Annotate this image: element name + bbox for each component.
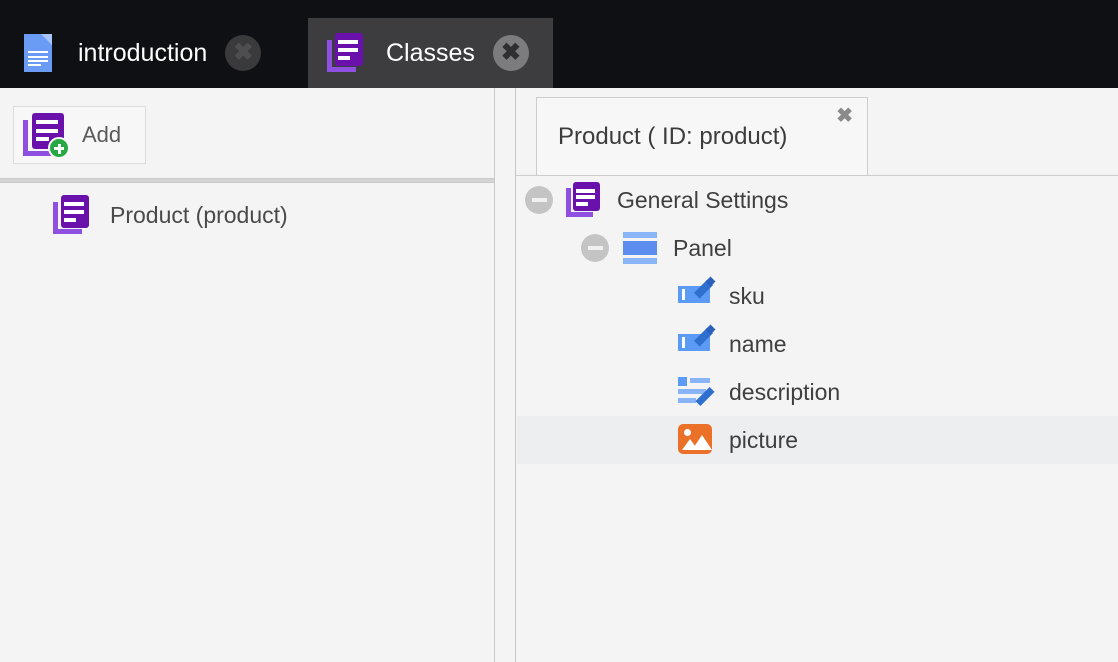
collapse-toggle-icon[interactable] (581, 234, 609, 262)
toolbar-separator (0, 178, 494, 183)
tree-row-label: General Settings (617, 187, 788, 214)
workspace: Add Product (product) Product ( ID: prod… (0, 88, 1118, 662)
image-icon (677, 421, 715, 459)
tree-row[interactable]: sku (517, 272, 1118, 320)
tree-row-label: Panel (673, 235, 732, 262)
tree-row[interactable]: name (517, 320, 1118, 368)
list-item-label: Product (product) (110, 202, 288, 229)
classes-list-pane: Add Product (product) (0, 88, 495, 662)
tree-row[interactable]: General Settings (517, 176, 1118, 224)
tab-classes-label: Classes (386, 39, 475, 68)
toggle-placeholder (637, 426, 665, 454)
toggle-placeholder (637, 378, 665, 406)
window-tab-bar: introduction ✖ Classes ✖ (0, 0, 1118, 88)
collapse-toggle-icon[interactable] (525, 186, 553, 214)
list-item[interactable]: Product (product) (0, 184, 494, 246)
toggle-placeholder (637, 282, 665, 310)
class-structure-tree: General Settings Panel (517, 176, 1118, 662)
tab-introduction[interactable]: introduction ✖ (0, 18, 308, 88)
classes-list: Product (product) (0, 184, 494, 662)
plus-badge-icon (48, 137, 70, 159)
tree-row-label: name (729, 331, 787, 358)
tree-row-label: sku (729, 283, 765, 310)
tab-introduction-close-icon[interactable]: ✖ (225, 35, 261, 71)
classes-toolbar: Add (0, 88, 494, 178)
purple-class-icon (565, 181, 603, 219)
tab-classes[interactable]: Classes ✖ (308, 18, 553, 88)
editor-tab-strip: Product ( ID: product) ✖ (516, 88, 1118, 176)
textarea-icon (677, 373, 715, 411)
add-class-label: Add (82, 122, 121, 148)
editor-tab-product[interactable]: Product ( ID: product) ✖ (536, 97, 868, 175)
input-text-icon (677, 325, 715, 363)
add-class-icon (22, 112, 68, 158)
editor-tab-label: Product ( ID: product) (558, 123, 787, 151)
tab-classes-close-icon[interactable]: ✖ (493, 35, 529, 71)
tree-row-label: picture (729, 427, 798, 454)
blue-document-icon (18, 32, 58, 74)
tab-introduction-label: introduction (78, 39, 207, 68)
editor-tab-close-icon[interactable]: ✖ (836, 106, 853, 126)
tree-row-label: description (729, 379, 840, 406)
tree-row[interactable]: picture (517, 416, 1118, 464)
purple-classes-icon (326, 32, 366, 74)
class-editor-pane: Product ( ID: product) ✖ General Setting… (515, 88, 1118, 662)
add-class-button[interactable]: Add (13, 106, 146, 164)
toggle-placeholder (637, 330, 665, 358)
input-text-icon (677, 277, 715, 315)
purple-class-icon (52, 194, 92, 236)
tree-row[interactable]: description (517, 368, 1118, 416)
panel-icon (621, 229, 659, 267)
tree-row[interactable]: Panel (517, 224, 1118, 272)
